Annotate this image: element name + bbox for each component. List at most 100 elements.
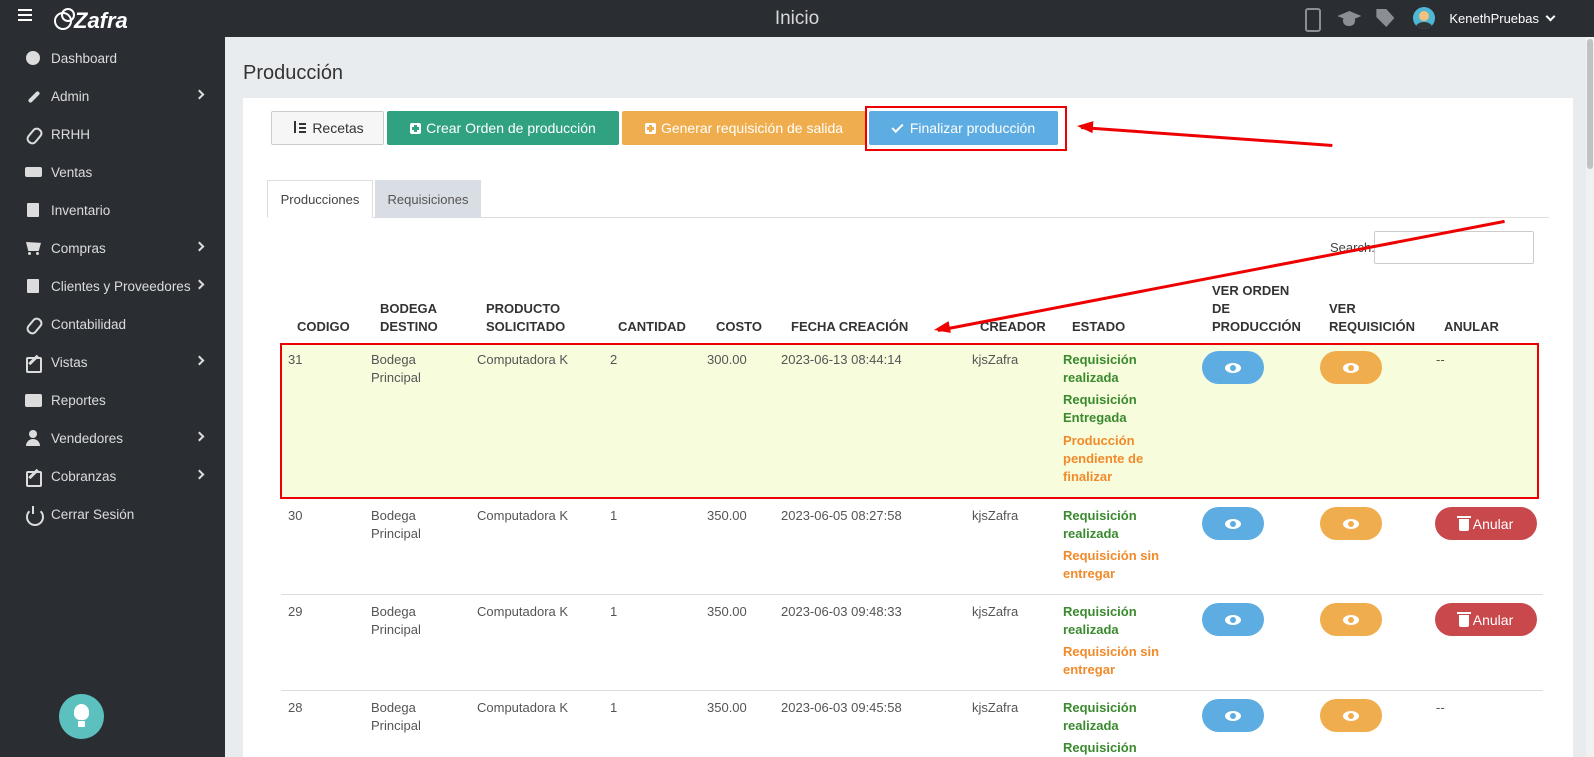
sidebar-item-dashboard[interactable]: Dashboard <box>0 39 225 77</box>
cell-bodega: Bodega Principal <box>371 603 421 639</box>
status-badge: Requisición realizada <box>1063 351 1137 387</box>
status-line: Producción <box>1063 433 1135 448</box>
anular-button[interactable]: Anular <box>1435 603 1537 636</box>
row-divider <box>281 690 1543 691</box>
tags-icon[interactable] <box>1375 7 1399 29</box>
ver-orden-button[interactable] <box>1202 507 1264 540</box>
header-estado[interactable]: ESTADO <box>1072 318 1125 336</box>
finalizar-produccion-label: Finalizar producción <box>909 120 1036 136</box>
cart-icon <box>25 240 41 256</box>
sidebar-item-vistas[interactable]: Vistas <box>0 343 225 381</box>
sidebar-item-cerrar-sesion[interactable]: Cerrar Sesión <box>0 495 225 533</box>
recetas-label: Recetas <box>312 120 364 136</box>
cell-line: Principal <box>371 370 421 385</box>
anular-button[interactable]: Anular <box>1435 507 1537 540</box>
brand-name: Zafra <box>74 8 128 33</box>
chevron-right-icon <box>194 89 205 100</box>
cell-line: Principal <box>371 718 421 733</box>
sidebar-item-vendedores[interactable]: Vendedores <box>0 419 225 457</box>
sidebar-item-inventario[interactable]: Inventario <box>0 191 225 229</box>
graduation-cap-icon[interactable] <box>1337 7 1361 29</box>
status-line: Requisición <box>1063 392 1137 407</box>
user-icon <box>25 430 41 446</box>
money-icon <box>25 164 42 180</box>
status-badge: Requisición sin entregar <box>1063 547 1159 583</box>
anular-label: Anular <box>1472 515 1514 532</box>
status-line: Requisición <box>1063 604 1137 619</box>
sidebar-item-compras[interactable]: Compras <box>0 229 225 267</box>
ver-requisicion-button[interactable] <box>1320 351 1382 384</box>
paperclip-icon <box>25 316 41 332</box>
cell-creador: kjsZafra <box>972 508 1019 523</box>
sidebar: Dashboard Admin RRHH Ventas Inventario C… <box>0 37 225 757</box>
sidebar-item-ventas[interactable]: Ventas <box>0 153 225 191</box>
paperclip-icon <box>25 126 41 142</box>
header-cantidad[interactable]: CANTIDAD <box>618 318 686 336</box>
eye-icon <box>1225 518 1241 529</box>
sidebar-item-rrhh[interactable]: RRHH <box>0 115 225 153</box>
header-codigo[interactable]: CODIGO <box>297 318 350 336</box>
finalizar-produccion-button[interactable]: Finalizar producción <box>869 111 1058 145</box>
header-creador[interactable]: CREADOR <box>980 318 1046 336</box>
cell-codigo: 31 <box>288 352 303 367</box>
generar-requisicion-label: Generar requisición de salida <box>660 120 844 136</box>
ver-orden-button[interactable] <box>1202 603 1264 636</box>
lightbulb-help-button[interactable] <box>59 694 104 739</box>
ver-requisicion-button[interactable] <box>1320 603 1382 636</box>
cell-fecha: 2023-06-03 09:48:33 <box>781 604 902 619</box>
sidebar-item-label: RRHH <box>51 126 90 142</box>
status-badge: Requisición <box>1063 739 1137 757</box>
sidebar-item-label: Contabilidad <box>51 316 127 332</box>
top-icons: KenethPruebas <box>1299 7 1556 32</box>
ver-requisicion-button[interactable] <box>1320 507 1382 540</box>
header-anular[interactable]: ANULAR <box>1444 318 1499 336</box>
ver-requisicion-button[interactable] <box>1320 699 1382 732</box>
sidebar-item-cobranzas[interactable]: Cobranzas <box>0 457 225 495</box>
cell-costo: 350.00 <box>707 508 747 523</box>
mobile-icon[interactable] <box>1299 7 1323 32</box>
list-icon <box>25 392 42 408</box>
avatar[interactable] <box>1413 7 1436 29</box>
tab-producciones[interactable]: Producciones <box>267 180 373 218</box>
top-bar: Zafra Inicio KenethPruebas <box>0 0 1594 37</box>
header-fecha-creacion[interactable]: FECHA CREACIÓN <box>791 318 908 336</box>
ver-orden-button[interactable] <box>1202 351 1264 384</box>
search-input[interactable] <box>1374 231 1534 264</box>
crear-orden-button[interactable]: Crear Orden de producción <box>387 111 619 145</box>
status-badge: Requisición realizada <box>1063 699 1137 735</box>
status-badge: Producción pendiente de finalizar <box>1063 432 1143 486</box>
dashboard-icon <box>25 50 41 66</box>
cell-producto: Computadora K <box>477 604 569 619</box>
user-menu[interactable]: KenethPruebas <box>1449 11 1556 26</box>
sidebar-item-contabilidad[interactable]: Contabilidad <box>0 305 225 343</box>
recetas-button[interactable]: Recetas <box>271 111 384 145</box>
header-costo[interactable]: COSTO <box>716 318 762 336</box>
sidebar-item-label: Admin <box>51 88 90 104</box>
status-line: Requisición sin <box>1063 644 1160 659</box>
ver-orden-button[interactable] <box>1202 699 1264 732</box>
sidebar-item-clientes-proveedores[interactable]: Clientes y Proveedores <box>0 267 225 305</box>
brand-logo[interactable]: Zafra <box>54 8 128 34</box>
sidebar-item-label: Vendedores <box>51 430 124 446</box>
generar-requisicion-button[interactable]: Generar requisición de salida <box>622 111 866 145</box>
sort-icon <box>291 121 307 135</box>
cell-bodega: Bodega Principal <box>371 507 421 543</box>
menu-toggle-icon[interactable] <box>18 9 32 21</box>
status-line: Entregada <box>1063 410 1127 425</box>
header-producto-solicitado[interactable]: PRODUCTO SOLICITADO <box>486 300 565 336</box>
header-ver-orden-produccion[interactable]: VER ORDEN DE PRODUCCIÓN <box>1212 282 1301 336</box>
status-badge: Requisición realizada <box>1063 507 1137 543</box>
status-line: realizada <box>1063 526 1119 541</box>
header-bodega-destino[interactable]: BODEGA DESTINO <box>380 300 438 336</box>
header-ver-requisicion[interactable]: VER REQUISICIÓN <box>1329 300 1415 336</box>
cell-fecha: 2023-06-13 08:44:14 <box>781 352 902 367</box>
page-scrollbar[interactable] <box>1586 37 1594 757</box>
cell-line: Bodega <box>371 508 416 523</box>
sidebar-item-reportes[interactable]: Reportes <box>0 381 225 419</box>
eye-icon <box>1343 710 1359 721</box>
tab-requisiciones[interactable]: Requisiciones <box>375 180 481 218</box>
status-badge: Requisición sin entregar <box>1063 643 1159 679</box>
cell-fecha: 2023-06-05 08:27:58 <box>781 508 902 523</box>
sidebar-item-admin[interactable]: Admin <box>0 77 225 115</box>
cell-line: Bodega <box>371 700 416 715</box>
